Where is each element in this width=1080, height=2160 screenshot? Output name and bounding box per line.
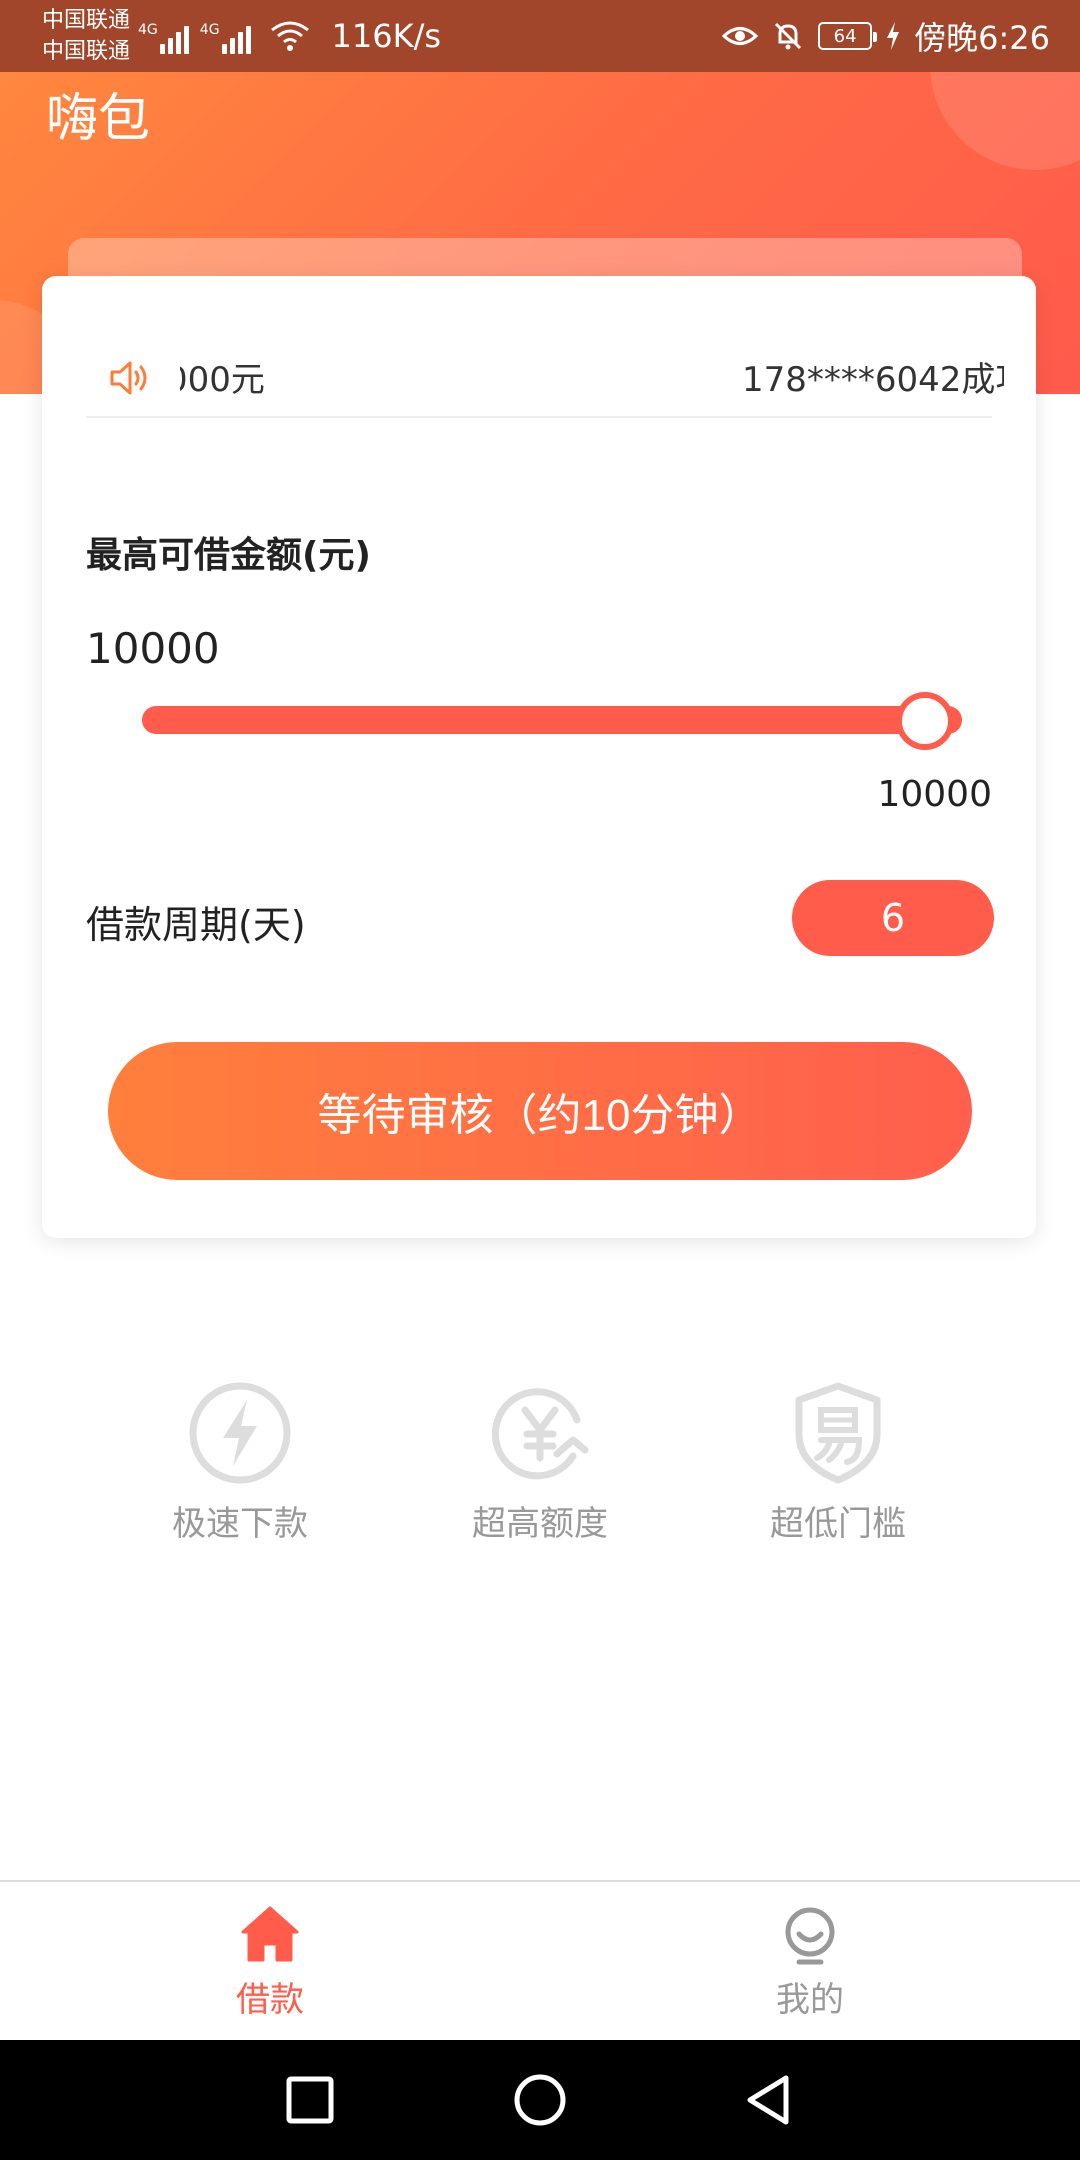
charging-icon [887,22,900,50]
speaker-icon [110,361,147,395]
network-speed: 116K/s [331,17,442,55]
signal-icon: 4G [200,18,254,54]
shield-yi-icon [795,1382,881,1484]
loan-period-value: 6 [880,896,906,940]
status-bar: 中国联通 中国联通 4G 4G 116K/s 64 傍晚6:26 [0,0,1080,72]
network-type: 4G [199,22,220,38]
feature-label: 超高额度 [472,1504,608,1544]
feature-label: 超低门槛 [770,1504,906,1544]
amount-slider-thumb[interactable] [896,692,954,750]
recents-icon[interactable] [280,2070,340,2130]
yen-arrow-icon [491,1388,589,1480]
max-amount-label: 最高可借金额(元) [86,535,371,576]
feature-list: 极速下款 超高额度 超低门槛 [0,1380,1080,1560]
carrier-names: 中国联通 中国联通 [42,5,130,67]
tab-label: 借款 [236,1980,304,2020]
submit-button[interactable]: 等待审核（约10分钟） [108,1042,972,1180]
feature-item: 超低门槛 [738,1380,938,1545]
lightning-icon [189,1382,291,1484]
profile-icon [785,1907,835,1965]
home-nav-icon[interactable] [510,2070,570,2130]
wifi-icon [270,21,309,51]
notice-text: 178****6042成功 [742,360,1004,400]
loan-card: 000元 178****6042成功 最高可借金额(元) 10000 10000… [42,276,1036,1238]
eye-icon [722,27,759,45]
notice-marquee: 000元 178****6042成功 [180,336,1004,406]
tab-loan[interactable]: 借款 [170,1904,370,2021]
amount-value: 10000 [86,624,220,673]
amount-slider-track[interactable] [142,706,962,734]
bell-muted-icon [775,22,802,50]
feature-item: 极速下款 [140,1380,340,1545]
carrier-1: 中国联通 [42,8,131,33]
signal-icon: 4G [138,18,192,54]
home-icon [241,1906,299,1962]
loan-period-label: 借款周期(天) [86,903,306,947]
network-type: 4G [138,22,158,38]
system-navigation-bar [0,2040,1080,2160]
tab-label: 我的 [776,1980,844,2020]
loan-period-selector[interactable]: 6 [792,880,994,956]
slider-max-label: 10000 [877,774,992,815]
feature-item: 超高额度 [440,1380,640,1545]
battery-level: 64 [833,25,857,47]
feature-label: 极速下款 [172,1504,308,1544]
notice-text: 000元 [180,360,265,400]
page-title: 嗨包 [46,89,151,149]
clock: 傍晚6:26 [914,19,1050,57]
back-icon[interactable] [740,2070,800,2130]
carrier-2: 中国联通 [42,39,131,64]
battery-icon: 64 [818,22,878,50]
tab-mine[interactable]: 我的 [710,1904,910,2021]
bottom-tab-bar: 借款 我的 [0,1880,1080,2040]
